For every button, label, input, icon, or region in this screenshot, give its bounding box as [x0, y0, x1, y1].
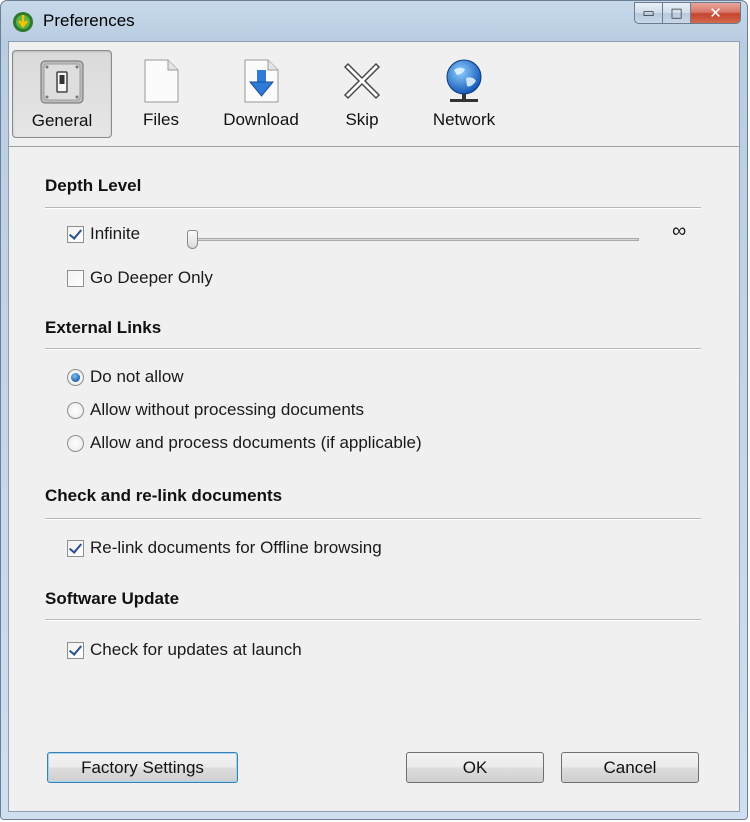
- dialog-client-area: General Files Download Skip Network Dept…: [8, 41, 740, 812]
- infinite-checkbox-row[interactable]: Infinite: [67, 223, 140, 245]
- tab-skip[interactable]: Skip: [317, 50, 407, 138]
- infinite-label: Infinite: [90, 224, 141, 243]
- update-checkbox[interactable]: [67, 641, 84, 659]
- tab-general-label: General: [31, 111, 93, 130]
- app-logo-icon: [13, 12, 33, 32]
- preferences-window: Preferences ▭ □ ✕ General Files Download…: [0, 0, 748, 820]
- factory-settings-button[interactable]: Factory Settings: [47, 752, 238, 783]
- tab-files[interactable]: Files: [117, 50, 205, 138]
- tab-skip-label: Skip: [345, 110, 379, 129]
- tab-download-label: Download: [223, 110, 299, 129]
- cancel-button[interactable]: Cancel: [561, 752, 699, 783]
- close-button[interactable]: ✕: [691, 2, 741, 24]
- update-label: Check for updates at launch: [90, 640, 302, 659]
- radio-allow-and-process[interactable]: [67, 434, 84, 452]
- general-switch-icon: [40, 60, 84, 104]
- depth-slider-thumb[interactable]: [187, 230, 198, 249]
- external-links-separator: [45, 348, 701, 350]
- title-bar[interactable]: Preferences ▭ □ ✕: [1, 1, 747, 41]
- preferences-toolbar: General Files Download Skip Network: [9, 42, 739, 147]
- depth-slider-value: ∞: [672, 220, 687, 242]
- infinite-checkbox[interactable]: [67, 225, 84, 243]
- maximize-button[interactable]: □: [663, 2, 691, 24]
- depth-level-separator: [45, 207, 701, 209]
- ok-button[interactable]: OK: [406, 752, 544, 783]
- radio-allow-without-processing-label: Allow without processing documents: [90, 400, 365, 419]
- skip-x-icon: [343, 62, 381, 100]
- tab-general[interactable]: General: [12, 50, 112, 138]
- go-deeper-label: Go Deeper Only: [90, 268, 213, 287]
- external-links-heading: External Links: [45, 318, 162, 337]
- window-title: Preferences: [43, 11, 135, 30]
- software-update-separator: [45, 619, 701, 621]
- minimize-icon: ▭: [642, 5, 655, 21]
- minimize-button[interactable]: ▭: [634, 2, 663, 24]
- radio-allow-and-process-label: Allow and process documents (if applicab…: [90, 433, 422, 452]
- relink-label: Re-link documents for Offline browsing: [90, 538, 382, 557]
- tab-network[interactable]: Network: [414, 50, 514, 138]
- radio-allow-and-process-row[interactable]: Allow and process documents (if applicab…: [67, 432, 422, 454]
- update-checkbox-row[interactable]: Check for updates at launch: [67, 639, 302, 661]
- software-update-heading: Software Update: [45, 589, 180, 608]
- relink-separator: [45, 518, 701, 520]
- globe-network-icon: [446, 59, 482, 102]
- file-icon: [144, 59, 179, 103]
- depth-level-heading: Depth Level: [45, 176, 142, 195]
- close-icon: ✕: [709, 4, 722, 22]
- radio-do-not-allow-row[interactable]: Do not allow: [67, 366, 184, 388]
- tab-network-label: Network: [432, 110, 496, 129]
- go-deeper-checkbox-row[interactable]: Go Deeper Only: [67, 267, 213, 289]
- go-deeper-checkbox[interactable]: [67, 269, 84, 287]
- radio-do-not-allow-label: Do not allow: [90, 367, 184, 386]
- relink-heading: Check and re-link documents: [45, 486, 283, 505]
- radio-allow-without-processing-row[interactable]: Allow without processing documents: [67, 399, 364, 421]
- depth-slider-track[interactable]: [191, 238, 639, 241]
- maximize-icon: □: [670, 5, 683, 21]
- caption-buttons: ▭ □ ✕: [634, 2, 741, 28]
- relink-checkbox-row[interactable]: Re-link documents for Offline browsing: [67, 537, 382, 559]
- radio-do-not-allow[interactable]: [67, 368, 84, 386]
- download-icon: [244, 59, 279, 103]
- tab-files-label: Files: [143, 110, 179, 129]
- radio-allow-without-processing[interactable]: [67, 401, 84, 419]
- relink-checkbox[interactable]: [67, 539, 84, 557]
- tab-download[interactable]: Download: [211, 50, 311, 138]
